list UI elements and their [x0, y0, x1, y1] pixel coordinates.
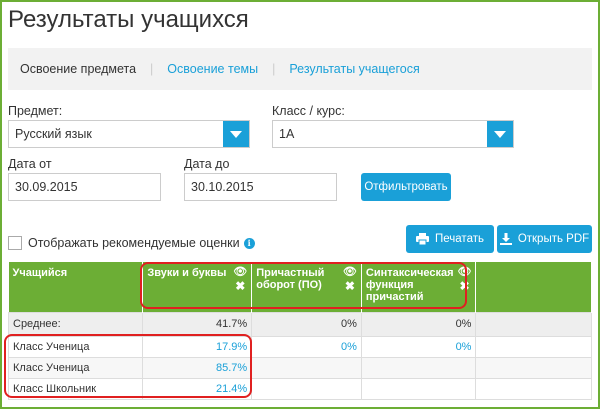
class-label: Класс / курс:	[272, 104, 345, 118]
chevron-down-icon[interactable]	[223, 121, 249, 147]
table-header-row: Учащийся Звуки и буквы 👁 ✖ Причастный об…	[8, 262, 592, 312]
recommended-option: Отображать рекомендуемые оценки i	[8, 236, 255, 250]
column-header-topic: Звуки и буквы 👁 ✖	[142, 262, 253, 312]
print-button[interactable]: Печатать	[406, 225, 494, 253]
average-label: Среднее:	[7, 311, 144, 337]
average-value: 41.7%	[142, 311, 253, 337]
score-link[interactable]: 17.9%	[142, 335, 253, 358]
table-cell	[475, 377, 592, 400]
print-label: Печатать	[435, 233, 484, 245]
subject-label: Предмет:	[8, 104, 63, 118]
tab-separator: |	[150, 62, 154, 76]
column-header-empty	[475, 262, 592, 312]
column-header-student: Учащийся	[8, 262, 144, 312]
column-student-label: Учащийся	[12, 267, 68, 279]
table-cell	[475, 311, 592, 337]
date-to-input[interactable]: 30.10.2015	[184, 173, 337, 201]
download-icon	[499, 233, 512, 245]
tab-student-results[interactable]: Результаты учащегося	[289, 62, 419, 76]
column-topic-label: Синтаксическая функция причастий	[365, 267, 454, 303]
score-link[interactable]	[360, 356, 477, 379]
score-link[interactable]	[251, 356, 362, 379]
table-cell	[475, 335, 592, 358]
score-link[interactable]: 0%	[360, 335, 477, 358]
close-icon[interactable]: ✖	[459, 280, 469, 292]
recommended-label: Отображать рекомендуемые оценки	[28, 236, 240, 250]
page-title: Результаты учащихся	[8, 6, 249, 33]
close-icon[interactable]: ✖	[235, 280, 245, 292]
column-topic-label: Звуки и буквы	[147, 267, 227, 279]
open-pdf-label: Открыть PDF	[517, 233, 590, 245]
date-to-value: 30.10.2015	[191, 180, 254, 194]
class-value: 1А	[279, 127, 295, 141]
tab-subject-mastery[interactable]: Освоение предмета	[20, 62, 136, 76]
table-row: Класс Ученица 85.7%	[7, 356, 592, 379]
table-row: Класс Школьник 21.4%	[7, 377, 592, 400]
score-link[interactable]: 0%	[251, 335, 362, 358]
average-row: Среднее: 41.7% 0% 0%	[7, 311, 592, 337]
column-header-topic: Причастный оборот (ПО) 👁 ✖	[251, 262, 362, 312]
column-header-topic: Синтаксическая функция причастий 👁 ✖	[361, 262, 477, 312]
score-link[interactable]: 85.7%	[142, 356, 253, 379]
date-to-label: Дата до	[184, 157, 230, 171]
table-cell	[475, 356, 592, 379]
recommended-checkbox[interactable]	[8, 236, 22, 250]
eye-icon[interactable]: 👁	[233, 267, 247, 278]
average-value: 0%	[251, 311, 362, 337]
date-from-label: Дата от	[8, 157, 52, 171]
chevron-down-icon[interactable]	[487, 121, 513, 147]
subject-select[interactable]: Русский язык	[8, 120, 250, 148]
open-pdf-button[interactable]: Открыть PDF	[497, 225, 592, 253]
subject-value: Русский язык	[15, 127, 92, 141]
printer-icon	[416, 233, 430, 245]
info-icon[interactable]: i	[243, 237, 255, 249]
date-from-value: 30.09.2015	[15, 180, 78, 194]
tab-separator: |	[272, 62, 276, 76]
average-value: 0%	[360, 311, 477, 337]
column-topic-label: Причастный оборот (ПО)	[256, 267, 325, 291]
eye-icon[interactable]: 👁	[458, 267, 472, 278]
student-name: Класс Ученица	[7, 335, 144, 358]
results-table: Учащийся Звуки и буквы 👁 ✖ Причастный об…	[7, 262, 592, 400]
student-name: Класс Школьник	[7, 377, 144, 400]
score-link[interactable]	[360, 377, 477, 400]
date-from-input[interactable]: 30.09.2015	[8, 173, 161, 201]
close-icon[interactable]: ✖	[345, 280, 355, 292]
student-name: Класс Ученица	[7, 356, 144, 379]
table-row: Класс Ученица 17.9% 0% 0%	[7, 335, 592, 358]
tab-bar: Освоение предмета | Освоение темы | Резу…	[8, 48, 592, 90]
class-select[interactable]: 1А	[272, 120, 514, 148]
eye-icon[interactable]: 👁	[343, 267, 357, 278]
score-link[interactable]: 21.4%	[142, 377, 253, 400]
filter-button[interactable]: Отфильтровать	[361, 173, 451, 201]
score-link[interactable]	[251, 377, 362, 400]
tab-topic-mastery[interactable]: Освоение темы	[167, 62, 258, 76]
